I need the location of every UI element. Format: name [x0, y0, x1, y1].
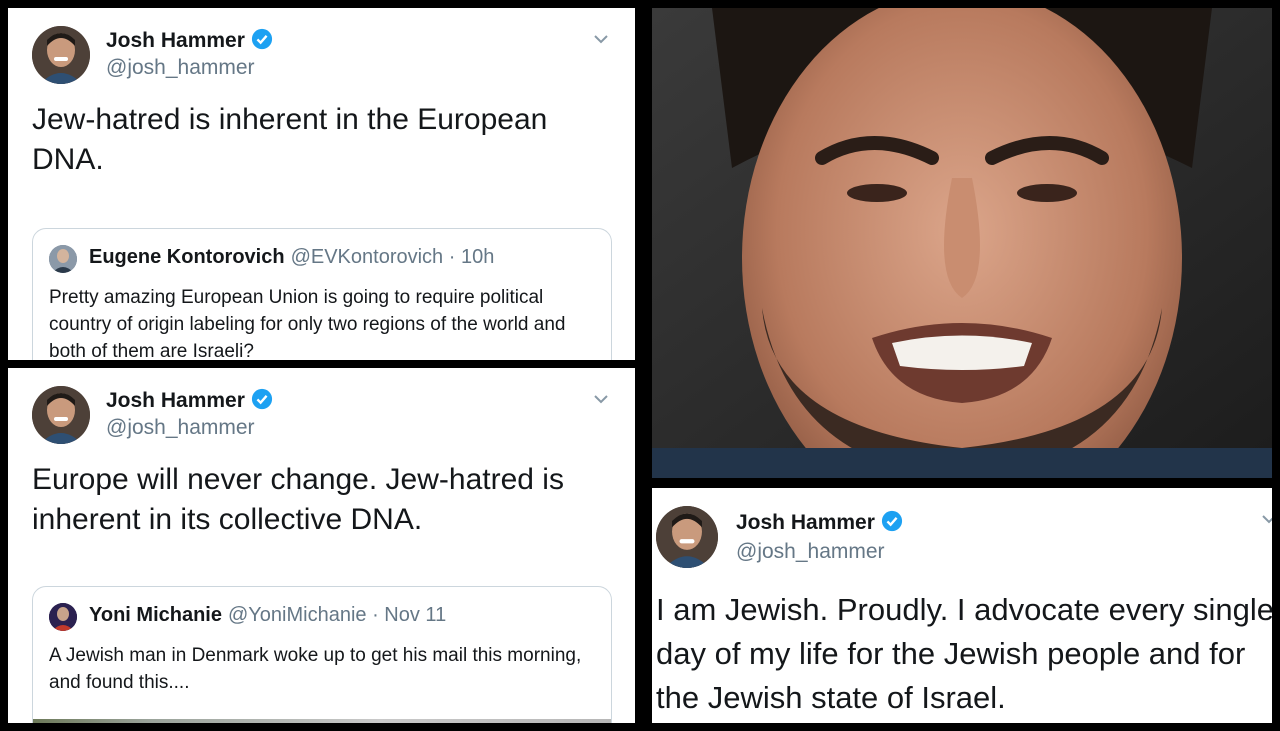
tweet-card-3: Josh Hammer @josh_hammer I am Jewish. Pr…: [652, 488, 1272, 723]
tweet-card-2: Josh Hammer @josh_hammer Europe will nev…: [8, 368, 635, 723]
portrait-image: [652, 8, 1272, 478]
author-name[interactable]: Josh Hammer: [106, 28, 273, 53]
quoted-text: Pretty amazing European Union is going t…: [49, 287, 566, 360]
tweet-text: Europe will never change. Jew-hatred is …: [32, 463, 564, 536]
avatar[interactable]: [32, 26, 90, 84]
quoted-media-image[interactable]: [33, 719, 611, 723]
quoted-tweet[interactable]: Yoni Michanie @YoniMichanie · Nov 11 A Je…: [32, 586, 612, 723]
quoted-text: A Jewish man in Denmark woke up to get h…: [49, 645, 582, 693]
author-handle[interactable]: @josh_hammer: [106, 56, 255, 80]
quoted-avatar: [49, 245, 77, 273]
avatar[interactable]: [32, 386, 90, 444]
verified-badge-icon: [251, 28, 272, 50]
author-handle[interactable]: @josh_hammer: [736, 540, 885, 564]
avatar[interactable]: [656, 506, 718, 568]
author-name[interactable]: Josh Hammer: [736, 510, 903, 535]
tweet-text: I am Jewish. Proudly. I advocate every s…: [656, 592, 1272, 715]
quoted-author: Yoni Michanie @YoniMichanie · Nov 11: [89, 604, 447, 626]
chevron-down-icon[interactable]: [592, 390, 610, 408]
tweet-card-1: Josh Hammer @josh_hammer Jew-hatred is i…: [8, 8, 635, 360]
author-handle[interactable]: @josh_hammer: [106, 416, 255, 440]
verified-badge-icon: [251, 388, 272, 410]
quoted-avatar: [49, 603, 77, 631]
author-name[interactable]: Josh Hammer: [106, 388, 273, 413]
chevron-down-icon[interactable]: [592, 30, 610, 48]
quoted-tweet[interactable]: Eugene Kontorovich @EVKontorovich · 10h P…: [32, 228, 612, 360]
chevron-down-icon[interactable]: [1260, 510, 1272, 528]
portrait-photo: [652, 8, 1272, 478]
verified-badge-icon: [881, 510, 902, 532]
quoted-author: Eugene Kontorovich @EVKontorovich · 10h: [89, 246, 495, 268]
tweet-text: Jew-hatred is inherent in the European D…: [32, 103, 548, 176]
